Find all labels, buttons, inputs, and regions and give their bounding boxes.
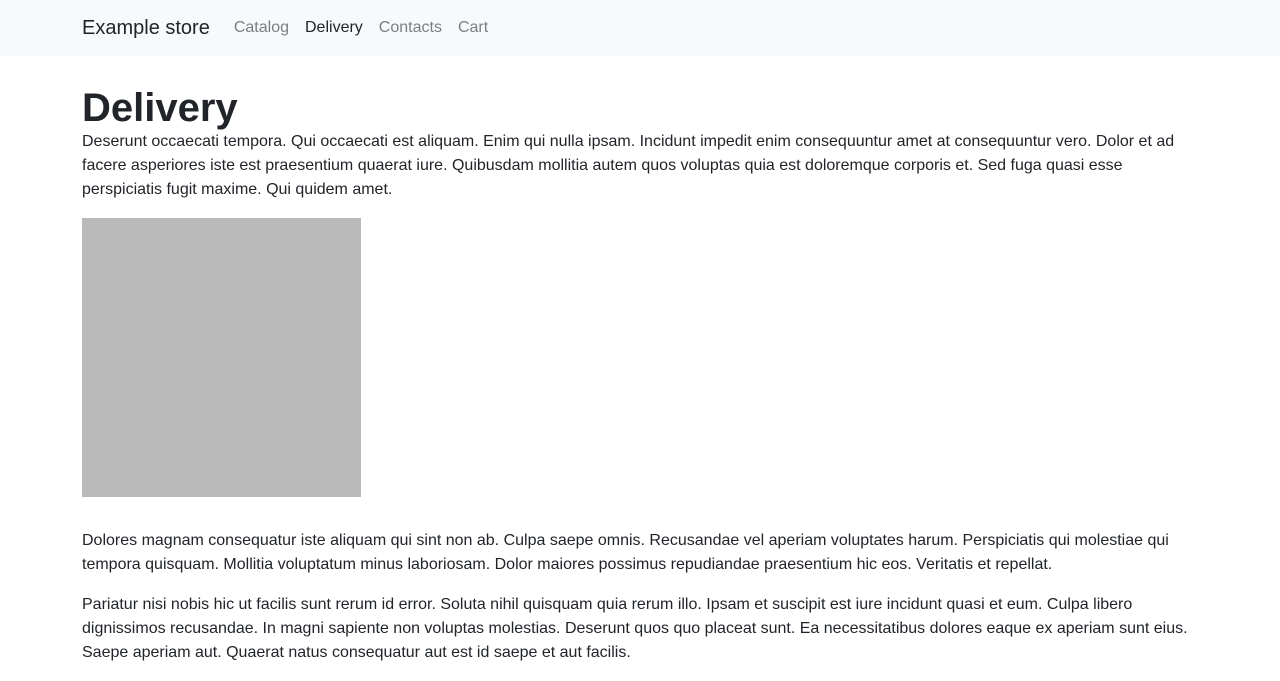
nav-link-catalog[interactable]: Catalog (234, 20, 289, 36)
main-content: Delivery Deserunt occaecati tempora. Qui… (82, 56, 1198, 681)
intro-paragraph: Deserunt occaecati tempora. Qui occaecat… (82, 133, 1175, 198)
brand-link[interactable]: Example store (82, 18, 210, 38)
page-title: Delivery (82, 86, 238, 130)
body-paragraph-2: Pariatur nisi nobis hic ut facilis sunt … (82, 596, 1188, 661)
nav-link-contacts[interactable]: Contacts (379, 20, 442, 36)
image-placeholder (82, 218, 361, 497)
navbar-inner: Example store Catalog Delivery Contacts … (82, 0, 504, 56)
nav-link-cart[interactable]: Cart (458, 20, 488, 36)
navbar: Example store Catalog Delivery Contacts … (0, 0, 1280, 56)
nav-link-delivery[interactable]: Delivery (305, 20, 363, 36)
body-paragraph-1: Dolores magnam consequatur iste aliquam … (82, 532, 1169, 573)
